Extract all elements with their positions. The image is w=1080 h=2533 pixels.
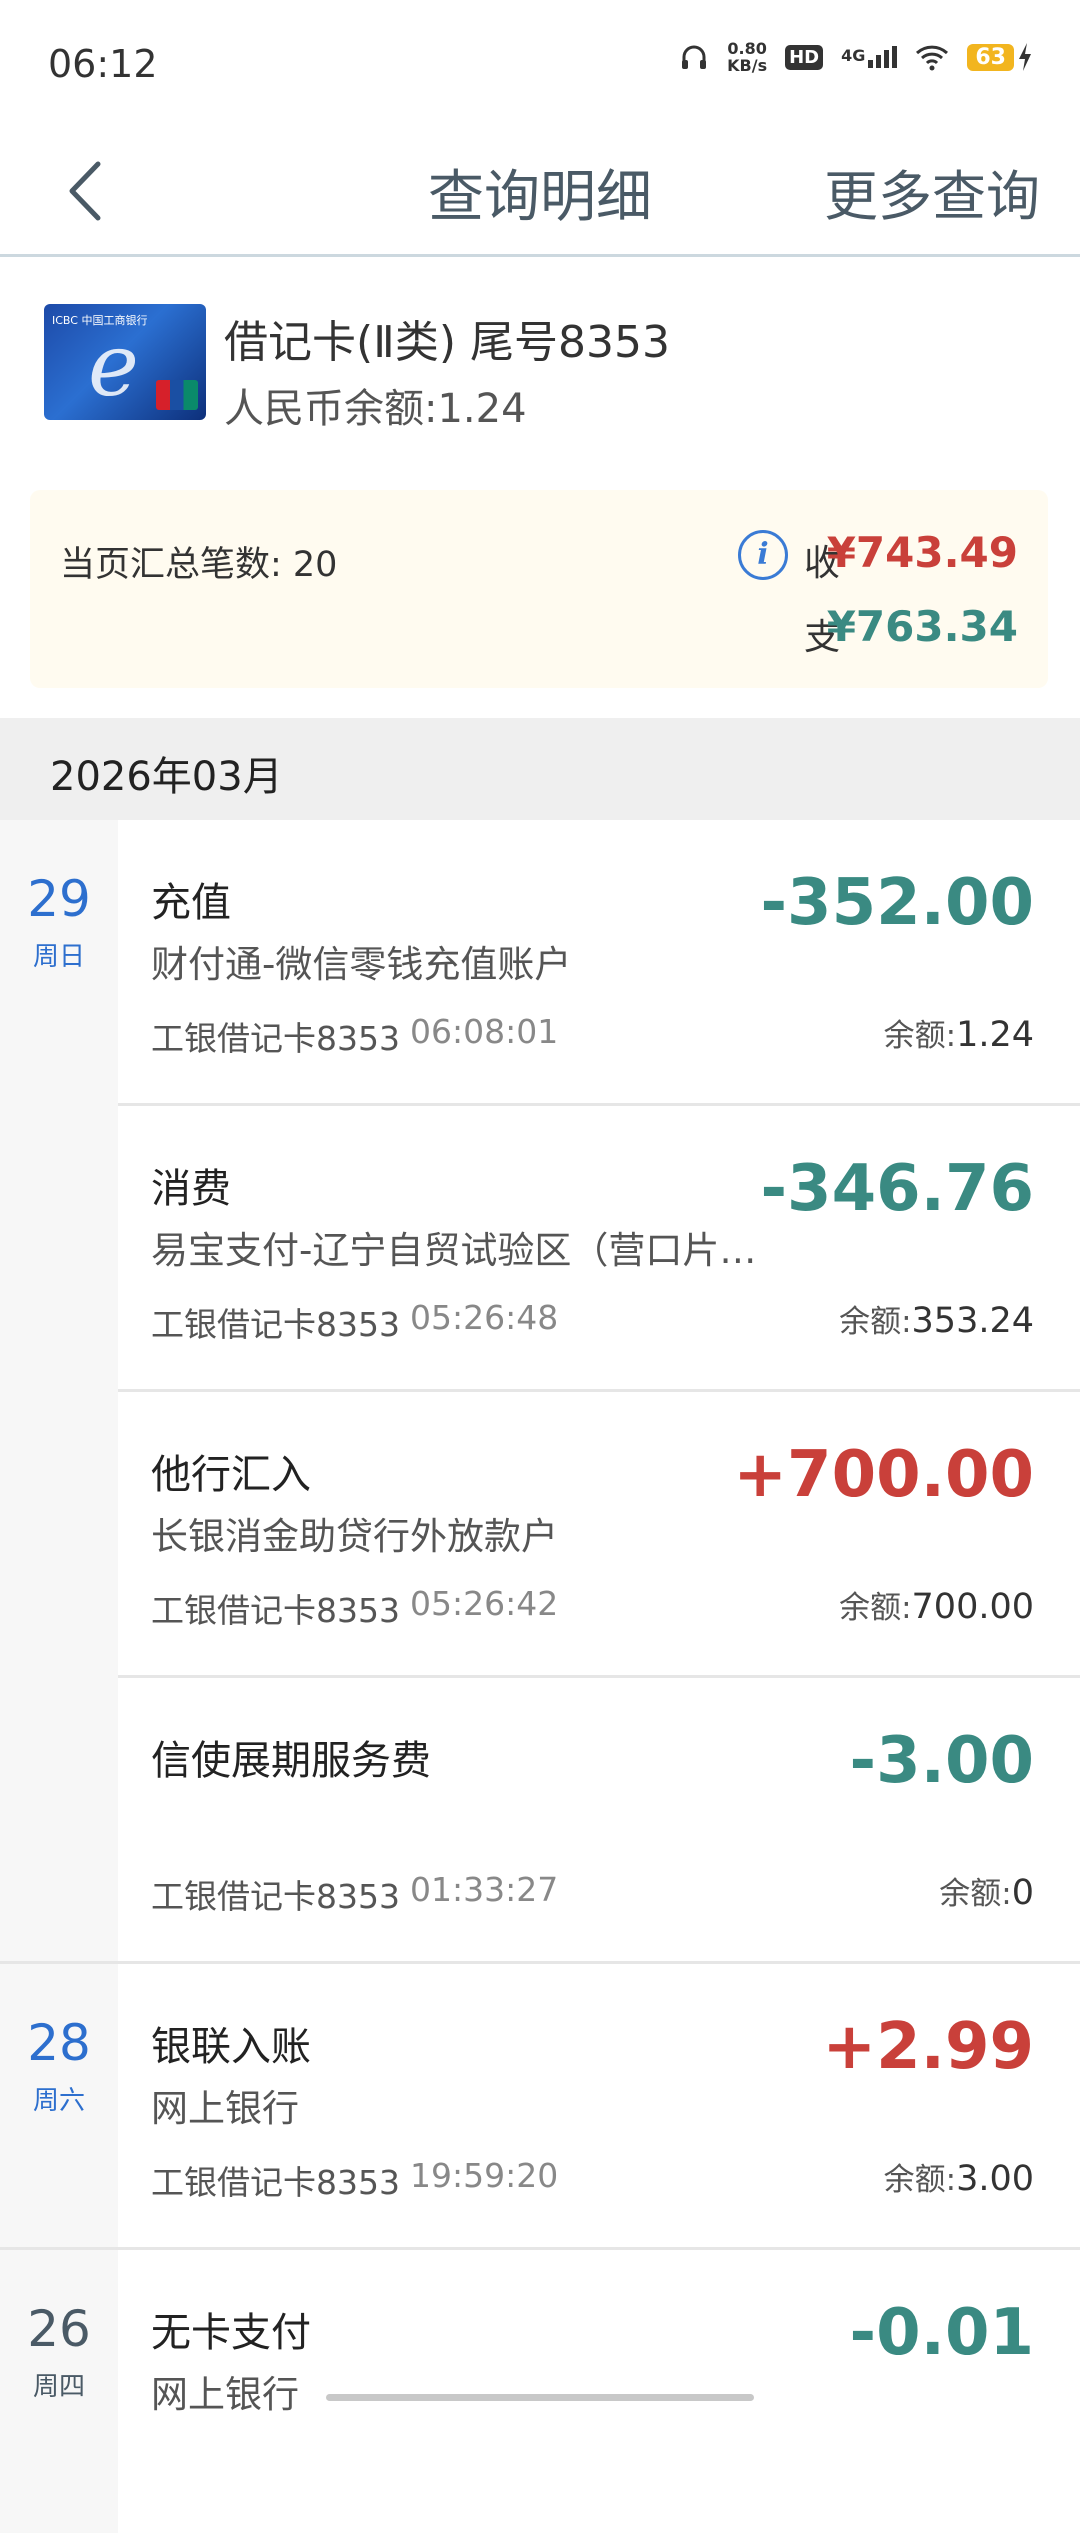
transaction-amount: -346.76 bbox=[760, 1152, 1034, 1226]
date-group: 28 周六 银联入账 网上银行 工银借记卡8353 19:59:20 +2.99… bbox=[0, 1964, 1080, 2250]
date-group: 29 周日 充值 财付通-微信零钱充值账户 工银借记卡8353 06:08:01… bbox=[0, 820, 1080, 1964]
transaction-item[interactable]: 银联入账 网上银行 工银借记卡8353 19:59:20 +2.99 余额:3.… bbox=[118, 1964, 1080, 2247]
transaction-counterparty: 财付通-微信零钱充值账户 bbox=[151, 943, 572, 986]
unionpay-icon bbox=[156, 380, 198, 410]
e-logo-icon: e bbox=[88, 316, 139, 416]
transaction-card: 工银借记卡8353 bbox=[151, 2163, 400, 2202]
net-speed-unit: KB/s bbox=[727, 56, 768, 75]
transaction-time: 05:26:42 bbox=[410, 1584, 559, 1623]
transaction-card: 工银借记卡8353 bbox=[151, 1019, 400, 1058]
battery-level: 63 bbox=[967, 43, 1014, 71]
transaction-title: 银联入账 bbox=[151, 2024, 311, 2070]
balance-value: 353.24 bbox=[911, 1301, 1034, 1341]
date-column: 29 周日 bbox=[0, 820, 118, 1961]
headphones-icon bbox=[682, 45, 707, 69]
balance-label: 余额: bbox=[839, 1304, 912, 1340]
status-bar: 06:12 0.80 KB/s HD 4G 63 bbox=[0, 0, 1080, 130]
card-info: ICBC 中国工商银行 e 借记卡(Ⅱ类) 尾号8353 人民币余额:1.24 bbox=[0, 258, 1080, 458]
transaction-counterparty: 网上银行 bbox=[151, 2087, 299, 2130]
date-column: 26 周四 bbox=[0, 2250, 118, 2533]
balance-label: 余额: bbox=[883, 1018, 957, 1054]
card-image: ICBC 中国工商银行 e bbox=[44, 304, 206, 420]
card-name: 借记卡(Ⅱ类) 尾号8353 bbox=[224, 317, 670, 368]
balance-label: 余额: bbox=[883, 2162, 957, 2198]
net-speed: 0.80 KB/s bbox=[727, 40, 767, 74]
expense-amount: ¥763.34 bbox=[826, 602, 1018, 651]
wifi-icon bbox=[916, 45, 949, 71]
transaction-title: 信使展期服务费 bbox=[151, 1738, 431, 1784]
transaction-balance: 余额:1.24 bbox=[884, 1010, 1034, 1055]
card-balance: 人民币余额:1.24 bbox=[224, 386, 527, 432]
balance-value: 0 bbox=[1011, 1873, 1034, 1913]
date-group: 26 周四 无卡支付 网上银行 -0.01 bbox=[0, 2250, 1080, 2533]
transaction-counterparty: 易宝支付-辽宁自贸试验区（营口片… bbox=[151, 1229, 757, 1272]
day-number: 29 bbox=[27, 870, 91, 928]
transaction-item[interactable]: 消费 易宝支付-辽宁自贸试验区（营口片… 工银借记卡8353 05:26:48 … bbox=[118, 1106, 1080, 1392]
month-header: 2026年03月 bbox=[0, 718, 1080, 820]
status-time: 06:12 bbox=[48, 42, 158, 86]
transaction-amount: +700.00 bbox=[733, 1438, 1034, 1512]
transaction-item[interactable]: 他行汇入 长银消金助贷行外放款户 工银借记卡8353 05:26:42 +700… bbox=[118, 1392, 1080, 1678]
nav-header: 查询明细 更多查询 bbox=[0, 130, 1080, 257]
transaction-time: 05:26:48 bbox=[410, 1298, 559, 1337]
transaction-balance: 余额:353.24 bbox=[839, 1296, 1034, 1341]
network-type: 4G bbox=[841, 46, 866, 65]
balance-label: 余额: bbox=[939, 1876, 1012, 1912]
transaction-amount: -0.01 bbox=[849, 2296, 1034, 2370]
transaction-counterparty: 长银消金助贷行外放款户 bbox=[151, 1515, 558, 1558]
transaction-time: 01:33:27 bbox=[410, 1870, 559, 1909]
balance-value: 700.00 bbox=[911, 1587, 1034, 1627]
info-icon[interactable]: i bbox=[738, 530, 788, 580]
day-number: 26 bbox=[27, 2300, 91, 2358]
transaction-time: 19:59:20 bbox=[410, 2156, 559, 2195]
charging-icon bbox=[1019, 43, 1031, 71]
day-number: 28 bbox=[27, 2014, 91, 2072]
transaction-amount: +2.99 bbox=[822, 2010, 1034, 2084]
home-indicator[interactable] bbox=[326, 2394, 754, 2401]
transaction-list: 29 周日 充值 财付通-微信零钱充值账户 工银借记卡8353 06:08:01… bbox=[0, 820, 1080, 2533]
transaction-balance: 余额:700.00 bbox=[839, 1582, 1034, 1627]
transaction-item[interactable]: 无卡支付 网上银行 -0.01 bbox=[118, 2250, 1080, 2533]
date-column: 28 周六 bbox=[0, 1964, 118, 2247]
income-amount: ¥743.49 bbox=[826, 528, 1018, 577]
transaction-title: 消费 bbox=[151, 1166, 231, 1212]
weekday: 周四 bbox=[32, 2372, 85, 2402]
transaction-amount: -3.00 bbox=[849, 1724, 1034, 1798]
more-query-button[interactable]: 更多查询 bbox=[824, 152, 1040, 231]
weekday: 周六 bbox=[32, 2086, 85, 2116]
balance-value: 1.24 bbox=[956, 1015, 1034, 1055]
net-speed-value: 0.80 bbox=[727, 39, 767, 58]
page-summary: 当页汇总笔数: 20 i 收 ¥743.49 支 ¥763.34 bbox=[30, 490, 1048, 688]
transaction-title: 充值 bbox=[151, 880, 231, 926]
battery-icon: 63 bbox=[967, 43, 1032, 71]
balance-value: 3.00 bbox=[956, 2159, 1034, 2199]
status-icons: 0.80 KB/s HD 4G 63 bbox=[679, 40, 1032, 74]
transaction-title: 他行汇入 bbox=[151, 1452, 311, 1498]
month-label: 2026年03月 bbox=[50, 754, 283, 800]
transaction-counterparty: 网上银行 bbox=[151, 2373, 299, 2416]
summary-count: 当页汇总笔数: 20 bbox=[60, 545, 338, 585]
transaction-item[interactable]: 充值 财付通-微信零钱充值账户 工银借记卡8353 06:08:01 -352.… bbox=[118, 820, 1080, 1106]
transaction-card: 工银借记卡8353 bbox=[151, 1877, 400, 1916]
signal-icon: 4G bbox=[841, 46, 898, 68]
transaction-card: 工银借记卡8353 bbox=[151, 1305, 400, 1344]
weekday: 周日 bbox=[32, 942, 85, 972]
transaction-time: 06:08:01 bbox=[410, 1012, 559, 1051]
transaction-card: 工银借记卡8353 bbox=[151, 1591, 400, 1630]
transaction-balance: 余额:3.00 bbox=[884, 2154, 1034, 2199]
transaction-amount: -352.00 bbox=[760, 866, 1034, 940]
hd-icon: HD bbox=[785, 44, 824, 70]
balance-label: 余额: bbox=[839, 1590, 912, 1626]
transaction-title: 无卡支付 bbox=[151, 2310, 311, 2356]
transaction-balance: 余额:0 bbox=[939, 1868, 1034, 1913]
transaction-item[interactable]: 信使展期服务费 工银借记卡8353 01:33:27 -3.00 余额:0 bbox=[118, 1678, 1080, 1961]
